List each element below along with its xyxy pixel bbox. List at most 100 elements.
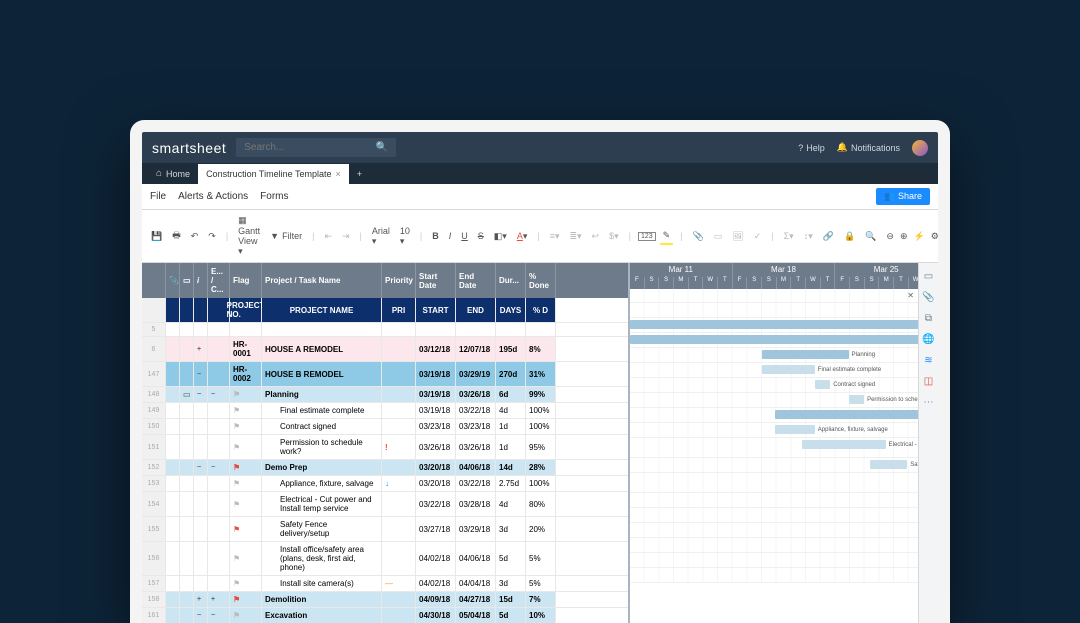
size-select[interactable]: 10 ▾ bbox=[397, 224, 413, 249]
align-icon[interactable]: ≡▾ bbox=[547, 229, 563, 244]
underline-icon[interactable]: U bbox=[458, 229, 471, 243]
image-icon[interactable]: 🖼 bbox=[729, 229, 746, 244]
lock-icon[interactable]: 🔒 bbox=[841, 229, 858, 244]
zoom-out-icon[interactable]: ⊖ bbox=[886, 231, 894, 242]
tab-add[interactable]: + bbox=[349, 164, 370, 184]
gantt-bar[interactable] bbox=[630, 335, 938, 344]
col-i[interactable]: i bbox=[194, 263, 208, 298]
grid-row[interactable]: 147 − HR-0002 HOUSE B REMODEL 03/19/18 0… bbox=[142, 362, 628, 387]
wrap-icon[interactable]: ↩ bbox=[589, 229, 603, 244]
col-flag[interactable]: Flag bbox=[230, 263, 262, 298]
settings-icon[interactable]: ⚙ bbox=[931, 231, 939, 242]
logo: smartsheet bbox=[152, 140, 226, 156]
dock-activity-icon[interactable]: ≋ bbox=[924, 355, 932, 366]
gantt-bar[interactable]: Final estimate complete bbox=[762, 365, 814, 374]
grid-row[interactable]: 155 ⚑ Safety Fence delivery/setup 03/27/… bbox=[142, 517, 628, 542]
grid-row[interactable]: 151 ⚑ Permission to schedule work? ! 03/… bbox=[142, 435, 628, 460]
grid-row[interactable]: 154 ⚑ Electrical - Cut power and Install… bbox=[142, 492, 628, 517]
indent-in-icon[interactable]: ⇥ bbox=[339, 229, 353, 244]
bold-icon[interactable]: B bbox=[429, 229, 442, 243]
close-icon[interactable]: × bbox=[335, 169, 340, 179]
tab-home[interactable]: Home bbox=[148, 163, 198, 184]
gantt-day: F bbox=[733, 277, 748, 289]
col-comment[interactable]: ▭ bbox=[180, 263, 194, 298]
share-button[interactable]: 👥 Share bbox=[876, 188, 930, 205]
grid-row[interactable]: 156 ⚑ Install office/safety area (plans,… bbox=[142, 542, 628, 576]
save-icon[interactable]: 💾 bbox=[148, 229, 165, 244]
grid-row[interactable]: 5 bbox=[142, 323, 628, 337]
avatar[interactable] bbox=[912, 140, 928, 156]
tab-construction[interactable]: Construction Timeline Template × bbox=[198, 164, 349, 184]
italic-icon[interactable]: I bbox=[446, 229, 455, 243]
grid-row[interactable]: 152 − − ⚑ Demo Prep 03/20/18 04/06/18 14… bbox=[142, 460, 628, 476]
gantt-bar[interactable] bbox=[630, 320, 938, 329]
gantt-bar[interactable]: Contract signed bbox=[815, 380, 830, 389]
sum-icon[interactable]: Σ▾ bbox=[781, 229, 797, 244]
chevron-down-icon[interactable]: ⌄ bbox=[945, 231, 950, 242]
gantt-bar[interactable]: Electrical - Cut p bbox=[802, 440, 885, 449]
textcolor-icon[interactable]: A▾ bbox=[514, 229, 531, 244]
menu-forms[interactable]: Forms bbox=[260, 191, 288, 202]
fill-icon[interactable]: ◧▾ bbox=[491, 229, 510, 244]
col-end[interactable]: End Date bbox=[456, 263, 496, 298]
grid-row[interactable]: 150 ⚑ Contract signed 03/23/18 03/23/18 … bbox=[142, 419, 628, 435]
attach-icon[interactable]: 📎 bbox=[690, 229, 707, 244]
dock-attach-icon[interactable]: 📎 bbox=[922, 292, 934, 303]
view-switcher[interactable]: ▦ Gantt View ▾ bbox=[235, 213, 263, 259]
comment-icon[interactable]: ▭ bbox=[711, 229, 726, 244]
col-start[interactable]: Start Date bbox=[416, 263, 456, 298]
automations-icon[interactable]: ⚡ bbox=[913, 231, 924, 242]
dock-hierarchy-icon[interactable]: ⧉ bbox=[925, 313, 932, 324]
font-select[interactable]: Arial ▾ bbox=[369, 224, 393, 249]
gantt-day: T bbox=[718, 277, 733, 289]
grid-row[interactable]: 148 ▭ − − ⚑ Planning 03/19/18 03/26/18 6… bbox=[142, 387, 628, 403]
gantt-row: Contract signed bbox=[630, 378, 938, 393]
zoom-in-icon[interactable]: ⊕ bbox=[900, 231, 908, 242]
filter-button[interactable]: ▼ Filter bbox=[267, 229, 305, 243]
highlight-icon[interactable]: ✎ bbox=[660, 228, 674, 245]
gantt-bar[interactable]: Appliance, fixture, salvage bbox=[775, 425, 815, 434]
col-dur[interactable]: Dur... bbox=[496, 263, 526, 298]
search-tool-icon[interactable]: 🔍 bbox=[862, 229, 879, 244]
col-task[interactable]: Project / Task Name bbox=[262, 263, 382, 298]
gantt-bar[interactable]: Safety Fen bbox=[870, 460, 907, 469]
col-done[interactable]: % Done bbox=[526, 263, 556, 298]
link-icon[interactable]: 🔗 bbox=[820, 229, 837, 244]
gantt-bar[interactable] bbox=[775, 410, 938, 419]
grid-row[interactable]: 157 ⚑ Install site camera(s) — 04/02/18 … bbox=[142, 576, 628, 592]
undo-icon[interactable]: ↶ bbox=[188, 229, 202, 244]
col-attach[interactable]: 📎 bbox=[166, 263, 180, 298]
gantt-row bbox=[630, 303, 938, 318]
grid-row[interactable]: 6 + HR-0001 HOUSE A REMODEL 03/12/18 12/… bbox=[142, 337, 628, 362]
dock-more-icon[interactable]: ⋯ bbox=[924, 397, 934, 408]
grid-row[interactable]: 158 + + ⚑ Demolition 04/09/18 04/27/18 1… bbox=[142, 592, 628, 608]
col-ec[interactable]: E... / C... bbox=[208, 263, 230, 298]
strike-icon[interactable]: S bbox=[475, 229, 487, 243]
print-icon[interactable]: 🖶 bbox=[169, 226, 184, 246]
gantt-bar[interactable]: Planning bbox=[762, 350, 848, 359]
col-priority[interactable]: Priority bbox=[382, 263, 416, 298]
help-link[interactable]: ?Help bbox=[798, 143, 825, 153]
menu-file[interactable]: File bbox=[150, 191, 166, 202]
search-input[interactable] bbox=[244, 142, 374, 153]
format-icon[interactable]: $▾ bbox=[606, 229, 622, 244]
grid-row[interactable]: 149 ⚑ Final estimate complete 03/19/18 0… bbox=[142, 403, 628, 419]
indent-out-icon[interactable]: ⇤ bbox=[321, 229, 335, 244]
gantt-day: S bbox=[659, 277, 674, 289]
dock-cell-icon[interactable]: ◫ bbox=[924, 376, 933, 387]
redo-icon[interactable]: ↷ bbox=[205, 229, 219, 244]
gantt-bar[interactable]: Permission to schedule w bbox=[849, 395, 864, 404]
valign-icon[interactable]: ≣▾ bbox=[566, 229, 584, 244]
grid-row[interactable]: 161 − − ⚑ Excavation 04/30/18 05/04/18 5… bbox=[142, 608, 628, 623]
dock-globe-icon[interactable]: 🌐 bbox=[922, 334, 934, 345]
grid-row[interactable]: 153 ⚑ Appliance, fixture, salvage ↓ 03/2… bbox=[142, 476, 628, 492]
sheet-tabs: Home Construction Timeline Template × + bbox=[142, 163, 938, 184]
notifications-link[interactable]: 🔔Notifications bbox=[837, 142, 900, 153]
dock-comments-icon[interactable]: ▭ bbox=[924, 271, 933, 282]
coded-icon[interactable]: 123 bbox=[638, 232, 656, 241]
proof-icon[interactable]: ✓ bbox=[751, 229, 765, 244]
menu-alerts[interactable]: Alerts & Actions bbox=[178, 191, 248, 202]
search-box[interactable]: 🔍 bbox=[236, 138, 396, 157]
gantt-day: W bbox=[703, 277, 718, 289]
sort-icon[interactable]: ↕▾ bbox=[801, 229, 816, 244]
